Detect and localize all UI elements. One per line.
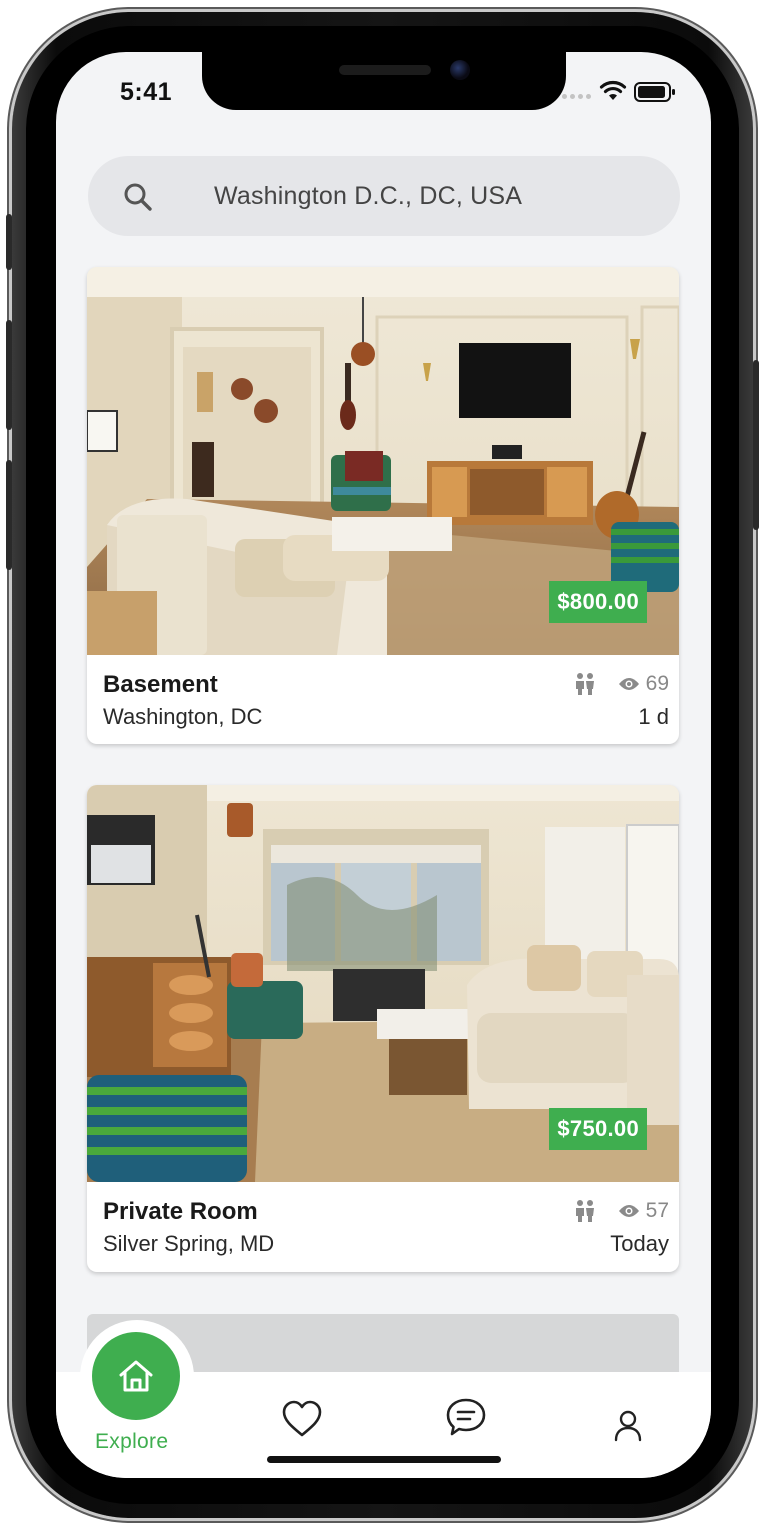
heart-icon[interactable]: [281, 1400, 323, 1438]
listing-stats: 57: [574, 1199, 669, 1223]
view-count: 57: [645, 1199, 669, 1222]
wifi-icon: [599, 80, 627, 100]
people-icon: [575, 1200, 594, 1222]
listing-title: Basement: [103, 671, 218, 698]
listing-card[interactable]: $750.00 Private Room Silver Spring, MD 5…: [87, 785, 679, 1272]
status-time: 5:41: [120, 78, 173, 106]
listing-age: Today: [610, 1231, 669, 1256]
mute-switch: [6, 214, 12, 270]
people-icon: [575, 673, 594, 695]
volume-up-button: [6, 320, 12, 430]
user-icon[interactable]: [614, 1410, 642, 1442]
view-count: 69: [645, 672, 669, 695]
search-icon: [124, 183, 152, 211]
listing-title: Private Room: [103, 1198, 258, 1225]
listing-stats: 69: [574, 672, 669, 696]
eye-icon: [618, 1205, 639, 1217]
price-badge: $800.00: [549, 581, 647, 623]
eye-icon: [618, 678, 639, 690]
listing-age: 1 d: [638, 704, 669, 729]
nav-explore-label[interactable]: Explore: [95, 1430, 168, 1454]
signal-icon: [562, 94, 591, 99]
volume-down-button: [6, 460, 12, 570]
listing-card[interactable]: $800.00 Basement Washington, DC 69 1 d: [87, 267, 679, 744]
nav-explore-button[interactable]: [92, 1332, 180, 1420]
app-screen: 5:41 Washington D.C., DC, USA $800.00 Ba…: [56, 52, 711, 1478]
listing-location: Silver Spring, MD: [103, 1231, 275, 1256]
power-button: [753, 360, 759, 530]
price-badge: $750.00: [549, 1108, 647, 1150]
front-camera: [450, 60, 470, 80]
search-bar[interactable]: Washington D.C., DC, USA: [88, 156, 680, 236]
search-input[interactable]: Washington D.C., DC, USA: [214, 182, 522, 211]
battery-icon: [634, 82, 675, 102]
home-indicator[interactable]: [267, 1456, 501, 1463]
home-icon: [119, 1360, 153, 1392]
chat-icon[interactable]: [444, 1396, 488, 1440]
notch: [202, 52, 566, 110]
earpiece-speaker: [339, 65, 431, 75]
listing-photo[interactable]: $800.00: [87, 267, 679, 655]
listing-location: Washington, DC: [103, 704, 263, 729]
listing-photo[interactable]: $750.00: [87, 785, 679, 1182]
